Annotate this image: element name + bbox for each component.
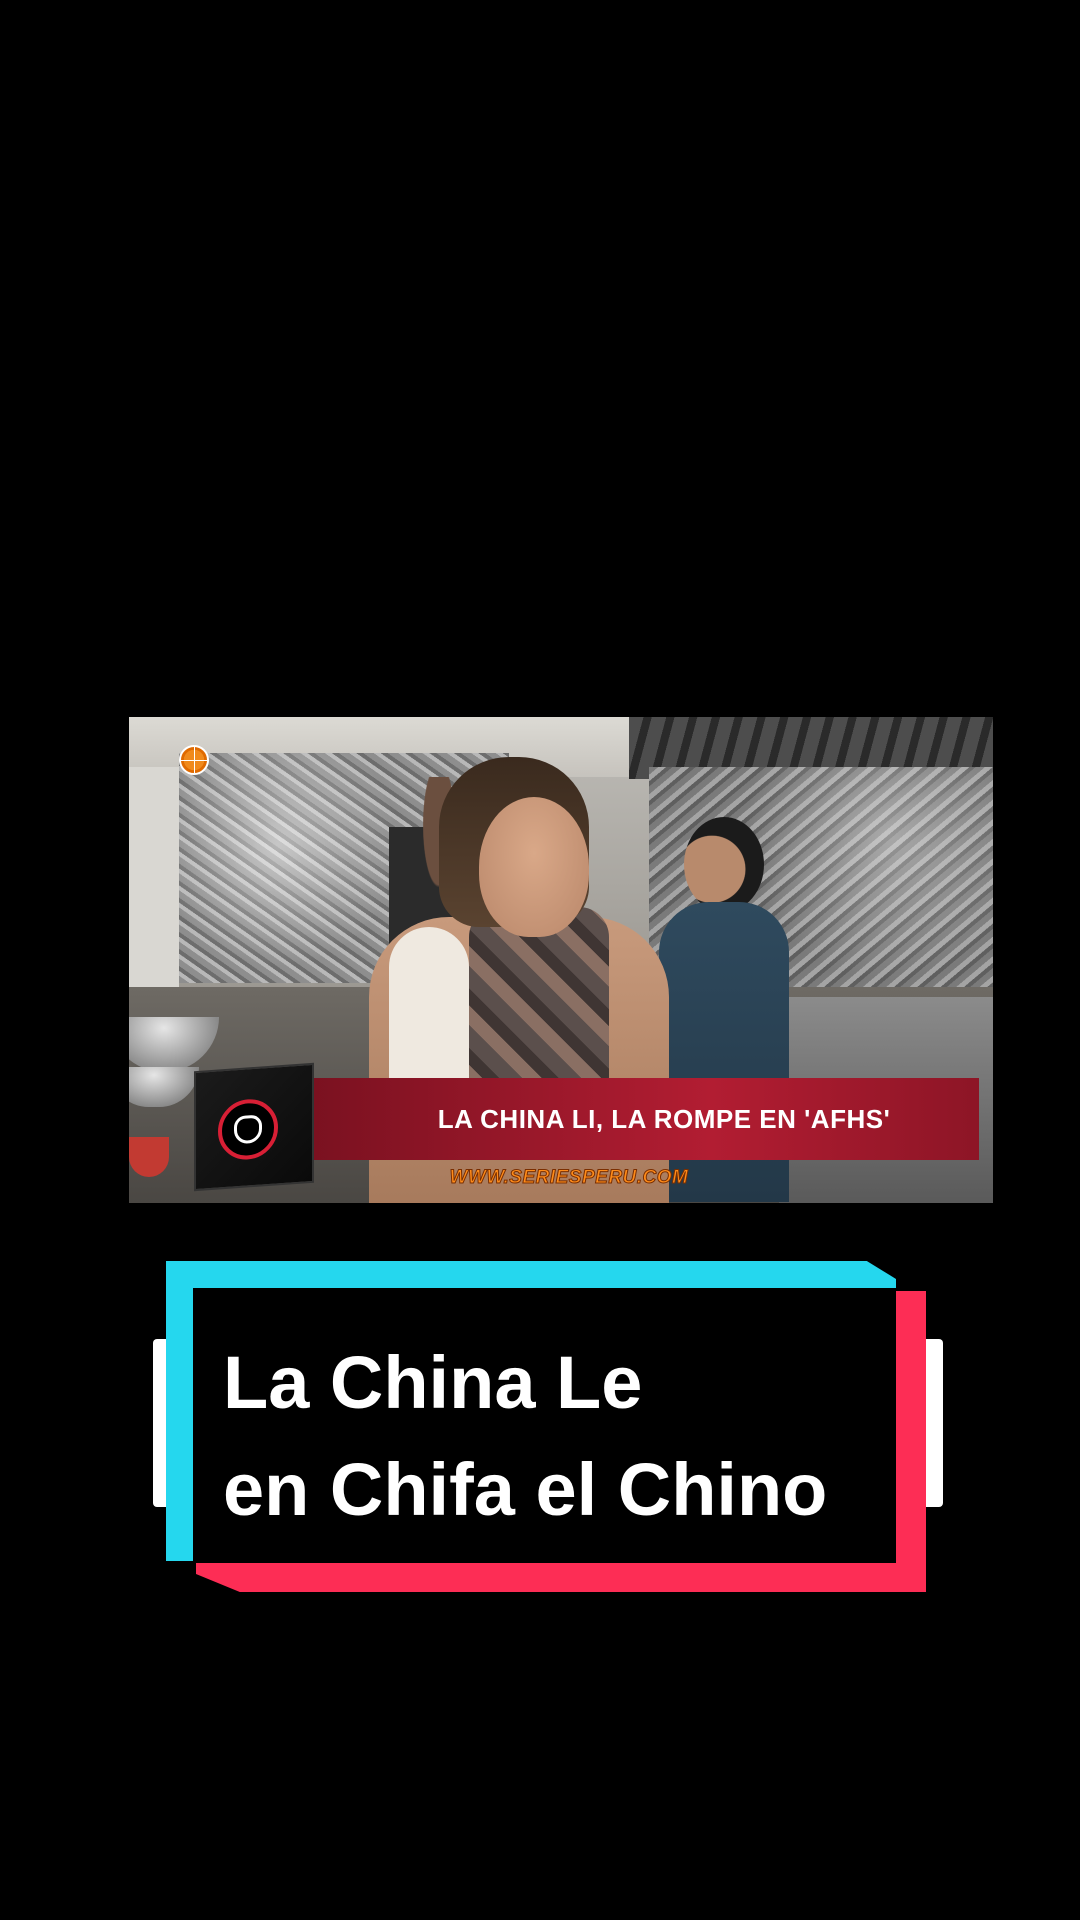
cook-head bbox=[684, 817, 764, 912]
lower-third-text: LA CHINA LI, LA ROMPE EN 'AFHS' bbox=[437, 1103, 891, 1134]
video-frame[interactable]: LA CHINA LI, LA ROMPE EN 'AFHS' WWW.SERI… bbox=[129, 717, 993, 1203]
host-face bbox=[479, 797, 589, 937]
caption-overlay: La China Le en Chifa el Chino bbox=[150, 1261, 945, 1592]
america-tv-globe-icon bbox=[179, 745, 209, 775]
host-scarf bbox=[469, 907, 609, 1107]
face-icon bbox=[234, 1114, 262, 1145]
show-logo-icon bbox=[218, 1097, 278, 1162]
show-logo-cube bbox=[194, 1062, 314, 1192]
caption-line-1: La China Le bbox=[223, 1341, 643, 1424]
red-bowl bbox=[129, 1137, 169, 1177]
watermark-text: WWW.SERIESPERU.COM bbox=[449, 1167, 689, 1189]
caption-line-2: en Chifa el Chino bbox=[223, 1448, 828, 1531]
lower-third-banner: LA CHINA LI, LA ROMPE EN 'AFHS' bbox=[309, 1078, 979, 1160]
